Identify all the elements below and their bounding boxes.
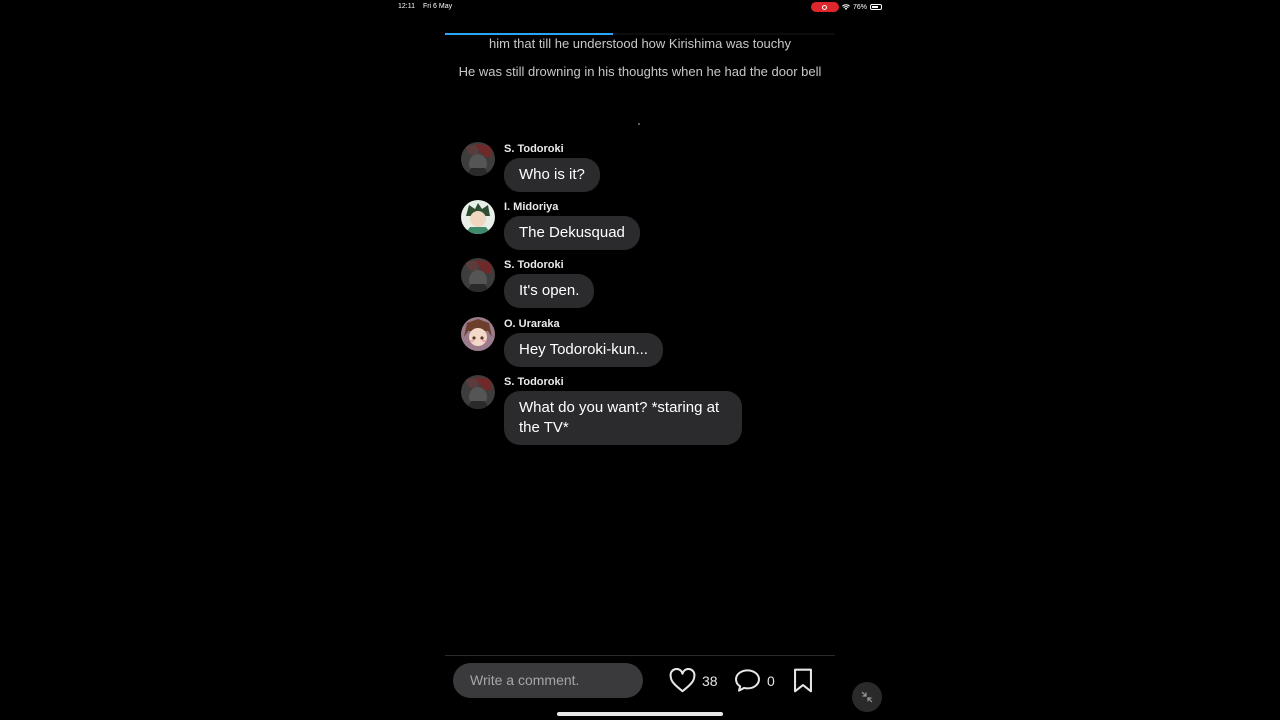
comments-button[interactable]: 0 — [734, 668, 775, 693]
battery-percent: 76% — [852, 3, 867, 11]
bookmark-icon — [794, 668, 812, 693]
status-indicators: 76% — [810, 2, 882, 12]
home-indicator[interactable] — [557, 712, 723, 716]
comment-input[interactable]: Write a comment. — [453, 663, 643, 698]
status-time-date: 12:11 Fri 6 May — [398, 3, 458, 10]
status-time: 12:11 — [398, 3, 415, 10]
message-sender: S. Todoroki — [504, 143, 564, 155]
todoroki-avatar[interactable] — [461, 375, 495, 409]
message-bubble: Who is it? — [504, 158, 600, 192]
status-bar: 12:11 Fri 6 May 76% — [396, 0, 884, 14]
heart-icon — [669, 668, 696, 693]
status-date: Fri 6 May — [422, 3, 453, 10]
like-count: 38 — [702, 672, 718, 689]
bottom-divider — [445, 655, 835, 656]
bookmark-button[interactable] — [792, 668, 814, 693]
battery-icon — [870, 4, 882, 10]
message-bubble: What do you want? *staring at the TV* — [504, 391, 742, 445]
comment-count: 0 — [767, 672, 775, 689]
uraraka-avatar[interactable] — [461, 317, 495, 351]
screen-recording-icon[interactable] — [810, 2, 839, 12]
todoroki-avatar[interactable] — [461, 258, 495, 292]
midoriya-avatar[interactable] — [461, 200, 495, 234]
message-bubble: It's open. — [504, 274, 595, 308]
minimize-icon — [861, 691, 873, 703]
message-bubble: Hey Todoroki-kun... — [504, 333, 663, 367]
comment-icon — [735, 669, 760, 692]
like-button[interactable]: 38 — [669, 668, 718, 693]
todoroki-avatar[interactable] — [461, 142, 495, 176]
minimize-button[interactable] — [852, 682, 882, 712]
message-sender: I. Midoriya — [504, 201, 559, 213]
message-sender: S. Todoroki — [504, 259, 564, 271]
message-sender: S. Todoroki — [504, 376, 564, 388]
narration-text: He was still drowning in his thoughts wh… — [458, 64, 822, 79]
message-sender: O. Uraraka — [504, 318, 560, 330]
wifi-icon — [841, 3, 850, 10]
message-bubble: The Dekusquad — [504, 216, 640, 250]
divider-dot — [638, 123, 640, 125]
narration-text: him that till he understood how Kirishim… — [488, 36, 792, 51]
